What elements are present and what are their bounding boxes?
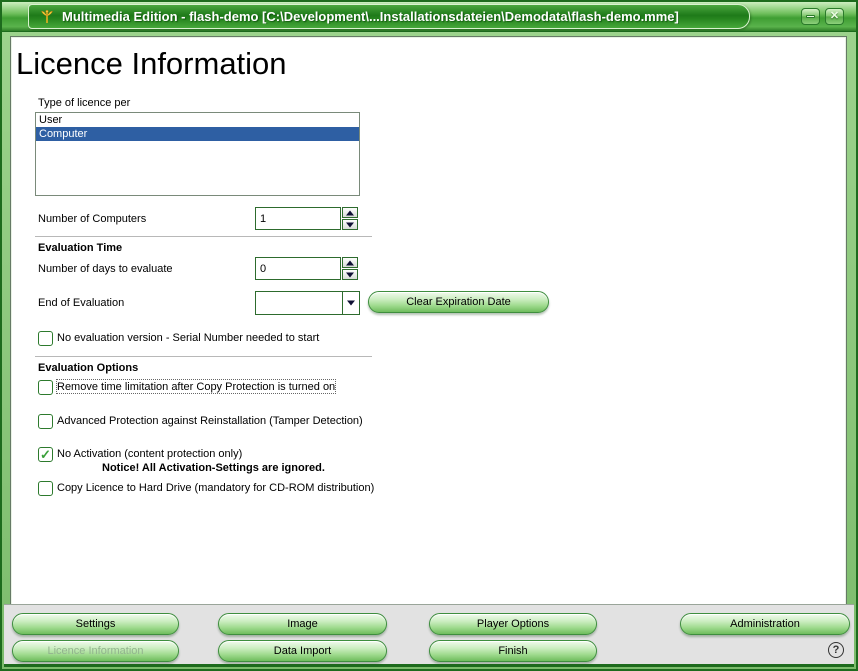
end-of-evaluation-dropdown[interactable] xyxy=(255,291,360,315)
nav-settings-button[interactable]: Settings xyxy=(12,613,179,635)
chevron-down-icon[interactable] xyxy=(342,292,359,314)
nav-licence-information-button: Licence Information xyxy=(12,640,179,662)
no-activation-row: ✓ No Activation (content protection only… xyxy=(38,447,242,462)
remove-time-limitation-label[interactable]: Remove time limitation after Copy Protec… xyxy=(57,380,335,393)
copy-licence-row: Copy Licence to Hard Drive (mandatory fo… xyxy=(38,481,374,496)
no-eval-version-checkbox-row: No evaluation version - Serial Number ne… xyxy=(38,331,319,346)
number-of-computers-label: Number of Computers xyxy=(38,213,146,225)
page-title: Licence Information xyxy=(16,46,287,82)
list-item-user[interactable]: User xyxy=(36,113,359,127)
no-activation-label[interactable]: No Activation (content protection only) xyxy=(57,447,242,460)
window-title: Multimedia Edition - flash-demo [C:\Deve… xyxy=(62,9,679,24)
minimize-icon xyxy=(806,15,815,18)
close-icon: ✕ xyxy=(830,11,839,22)
help-icon[interactable]: ? xyxy=(828,642,844,658)
activation-notice: Notice! All Activation-Settings are igno… xyxy=(102,462,325,474)
minimize-button[interactable] xyxy=(801,8,820,25)
arrow-up-icon xyxy=(346,260,354,265)
remove-time-limitation-checkbox[interactable] xyxy=(38,380,53,395)
tamper-detection-checkbox[interactable] xyxy=(38,414,53,429)
no-eval-version-checkbox[interactable] xyxy=(38,331,53,346)
nav-image-button[interactable]: Image xyxy=(218,613,387,635)
evaluation-options-heading: Evaluation Options xyxy=(38,362,138,374)
days-spin-up-button[interactable] xyxy=(342,257,358,268)
copy-licence-checkbox[interactable] xyxy=(38,481,53,496)
days-to-evaluate-input[interactable] xyxy=(255,257,341,280)
nav-finish-button[interactable]: Finish xyxy=(429,640,597,662)
section-divider xyxy=(35,236,372,237)
computers-spin-up-button[interactable] xyxy=(342,207,358,218)
section-divider xyxy=(35,356,372,357)
list-item-computer[interactable]: Computer xyxy=(36,127,359,141)
arrow-down-icon xyxy=(346,222,354,227)
arrow-up-icon xyxy=(346,210,354,215)
no-eval-version-label[interactable]: No evaluation version - Serial Number ne… xyxy=(57,331,319,344)
nav-player-options-button[interactable]: Player Options xyxy=(429,613,597,635)
days-to-evaluate-label: Number of days to evaluate xyxy=(38,263,173,275)
days-spin-down-button[interactable] xyxy=(342,269,358,280)
nav-data-import-button[interactable]: Data Import xyxy=(218,640,387,662)
tamper-detection-label[interactable]: Advanced Protection against Reinstallati… xyxy=(57,414,363,427)
licence-type-listbox[interactable]: User Computer xyxy=(35,112,360,196)
tamper-detection-row: Advanced Protection against Reinstallati… xyxy=(38,414,363,429)
days-to-evaluate-spinner xyxy=(255,257,358,280)
computers-spin-down-button[interactable] xyxy=(342,219,358,230)
no-activation-checkbox[interactable]: ✓ xyxy=(38,447,53,462)
clear-expiration-date-button[interactable]: Clear Expiration Date xyxy=(368,291,549,313)
copy-licence-label[interactable]: Copy Licence to Hard Drive (mandatory fo… xyxy=(57,481,374,494)
app-logo-icon xyxy=(39,9,55,25)
close-button[interactable]: ✕ xyxy=(825,8,844,25)
nav-administration-button[interactable]: Administration xyxy=(680,613,850,635)
number-of-computers-input[interactable] xyxy=(255,207,341,230)
number-of-computers-spinner xyxy=(255,207,358,230)
title-tab: Multimedia Edition - flash-demo [C:\Deve… xyxy=(28,4,750,29)
bottom-nav-bar: Settings Image Player Options Administra… xyxy=(4,604,854,667)
arrow-down-icon xyxy=(346,272,354,277)
evaluation-time-heading: Evaluation Time xyxy=(38,242,122,254)
remove-time-limitation-row: Remove time limitation after Copy Protec… xyxy=(38,380,335,395)
app-window: Multimedia Edition - flash-demo [C:\Deve… xyxy=(0,0,858,671)
licence-type-label: Type of licence per xyxy=(38,97,130,109)
end-of-evaluation-label: End of Evaluation xyxy=(38,297,124,309)
title-bar: Multimedia Edition - flash-demo [C:\Deve… xyxy=(2,2,856,32)
